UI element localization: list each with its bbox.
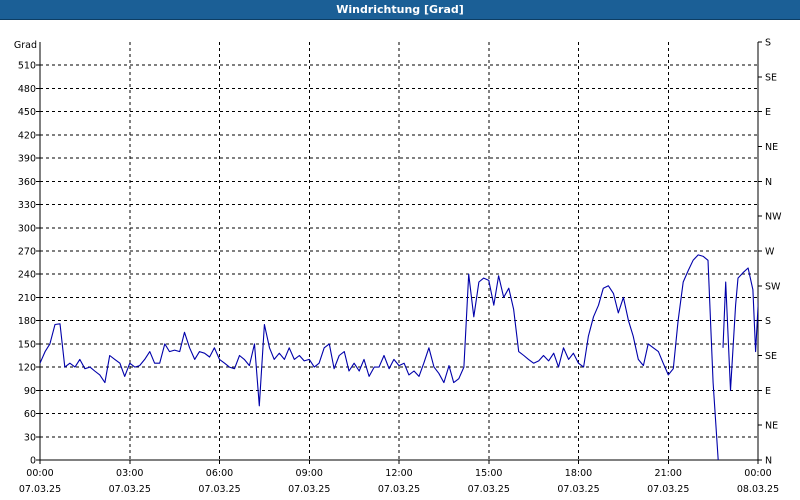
x-tick-time: 12:00: [385, 468, 412, 479]
x-tick-date: 08.03.25: [737, 484, 779, 495]
right-tick-label: SE: [765, 351, 777, 362]
right-tick-label: NW: [765, 212, 782, 223]
right-tick-label: E: [765, 107, 771, 118]
y-tick-label: 480: [18, 84, 36, 95]
x-tick-date: 07.03.25: [557, 484, 599, 495]
y-tick-label: 300: [18, 223, 36, 234]
y-tick-label: 390: [18, 154, 36, 165]
right-tick-label: NE: [765, 421, 778, 432]
x-tick-date: 07.03.25: [647, 484, 689, 495]
y-tick-label: 0: [30, 456, 36, 467]
y-tick-label: 330: [18, 200, 36, 211]
right-tick-label: N: [765, 456, 772, 467]
right-tick-label: S: [765, 38, 771, 49]
y-tick-label: 120: [18, 363, 36, 374]
y-tick-label: 150: [18, 339, 36, 350]
y-tick-label: 60: [24, 409, 36, 420]
x-tick-time: 03:00: [116, 468, 143, 479]
y-tick-label: 90: [24, 386, 36, 397]
y-tick-label: 420: [18, 130, 36, 141]
right-tick-label: SW: [765, 281, 781, 292]
y-tick-label: 510: [18, 61, 36, 72]
right-tick-label: W: [765, 247, 775, 258]
y-tick-label: 210: [18, 293, 36, 304]
chart-title: Windrichtung [Grad]: [0, 0, 800, 20]
x-tick-date: 07.03.25: [288, 484, 330, 495]
x-tick-time: 00:00: [26, 468, 53, 479]
x-tick-time: 18:00: [565, 468, 592, 479]
x-tick-date: 07.03.25: [109, 484, 151, 495]
y-axis-label: Grad: [14, 40, 37, 51]
x-tick-date: 07.03.25: [198, 484, 240, 495]
chart-window: Windrichtung [Grad] 0 30 60 90 120 150 180 210 2…: [0, 0, 800, 500]
x-tick-time: 15:00: [475, 468, 502, 479]
wind-direction-chart: 0 30 60 90 120 150 180 210 240 270 300 330 360 390 420…: [14, 38, 782, 496]
x-tick-date: 07.03.25: [468, 484, 510, 495]
y-tick-label: 450: [18, 107, 36, 118]
x-tick-time: 09:00: [296, 468, 323, 479]
x-tick-date: 07.03.25: [19, 484, 61, 495]
x-tick-time: 06:00: [206, 468, 233, 479]
y-tick-label: 240: [18, 270, 36, 281]
x-tick-date: 07.03.25: [378, 484, 420, 495]
y-tick-label: 180: [18, 316, 36, 327]
y-tick-label: 30: [24, 432, 36, 443]
right-tick-label: E: [765, 386, 771, 397]
wind-direction-series-line: [40, 254, 719, 460]
right-tick-label: SE: [765, 72, 777, 83]
right-tick-label: N: [765, 177, 772, 188]
y-tick-label: 360: [18, 177, 36, 188]
y-tick-label: 270: [18, 247, 36, 258]
right-tick-label: NE: [765, 142, 778, 153]
x-tick-time: 00:00: [744, 468, 771, 479]
x-tick-time: 21:00: [655, 468, 682, 479]
right-tick-label: S: [765, 316, 771, 327]
wind-direction-series-line: [722, 267, 758, 391]
